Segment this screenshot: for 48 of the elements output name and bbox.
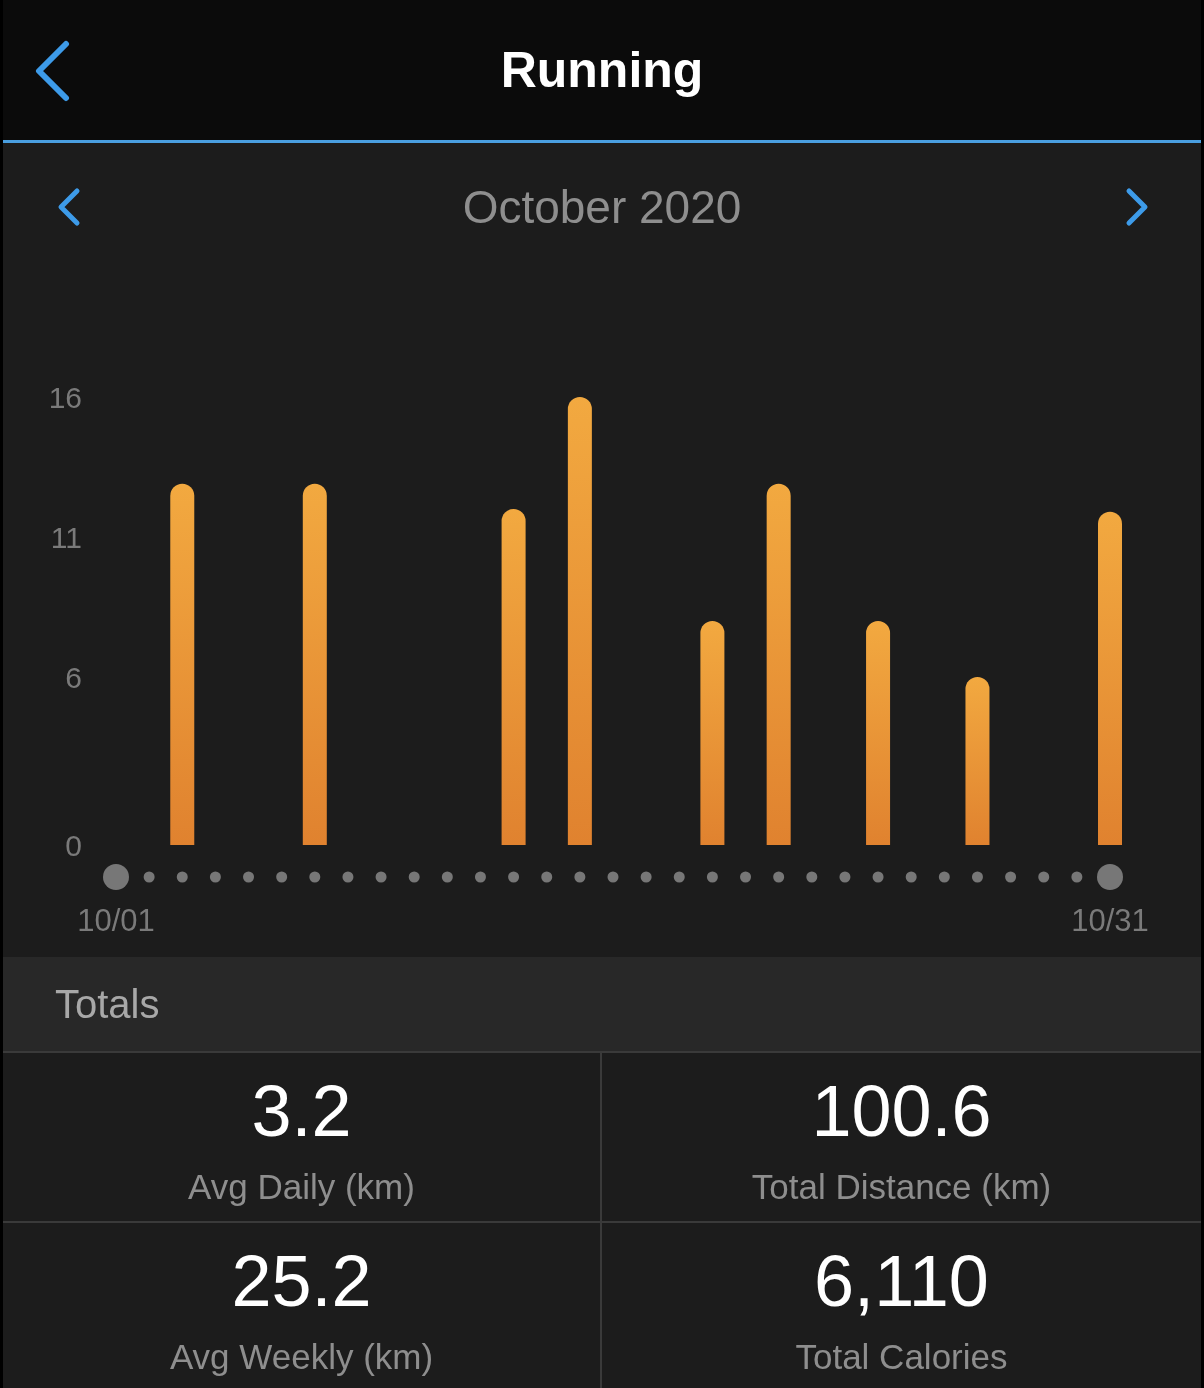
day-dot-icon <box>276 871 288 883</box>
day-dot-icon <box>441 871 453 883</box>
day-dot-icon <box>706 871 718 883</box>
month-label: October 2020 <box>462 184 742 230</box>
day-dot-icon <box>607 871 619 883</box>
screen-title: Running <box>500 45 704 95</box>
stat-label: Total Calories <box>795 1339 1008 1374</box>
day-dot-icon <box>342 871 354 883</box>
stat-value: 6,110 <box>814 1245 989 1317</box>
stat-value: 25.2 <box>231 1245 372 1317</box>
day-dot-icon <box>408 871 420 883</box>
day-dot-icon <box>938 871 950 883</box>
day-dot-icon <box>1097 864 1123 890</box>
day-dot-icon <box>243 871 255 883</box>
day-dot-icon <box>541 871 553 883</box>
day-dot-icon <box>740 871 752 883</box>
stat-label: Avg Daily (km) <box>188 1169 415 1204</box>
day-dot-icon <box>474 871 486 883</box>
day-dot-icon <box>971 871 983 883</box>
stat-value: 100.6 <box>811 1075 992 1147</box>
day-dot-icon <box>773 871 785 883</box>
day-dot-icon <box>508 871 520 883</box>
day-dot-icon <box>872 871 884 883</box>
y-tick-label: 11 <box>50 521 82 554</box>
day-dot-icon <box>375 871 387 883</box>
day-dot-icon <box>309 871 321 883</box>
x-tick-label: 10/31 <box>1071 903 1149 938</box>
stat-label: Avg Weekly (km) <box>169 1339 434 1374</box>
section-title: Totals <box>55 984 160 1024</box>
day-dot-icon <box>1005 871 1017 883</box>
day-dot-icon <box>673 871 685 883</box>
day-dot-icon <box>176 871 188 883</box>
day-dot-icon <box>103 864 129 890</box>
y-tick-label: 0 <box>65 829 82 862</box>
stat-label: Total Distance (km) <box>751 1169 1052 1204</box>
day-dot-icon <box>905 871 917 883</box>
day-dot-icon <box>209 871 221 883</box>
y-tick-label: 16 <box>48 381 82 414</box>
day-dot-icon <box>574 871 586 883</box>
day-dot-icon <box>143 871 155 883</box>
stat-value: 3.2 <box>251 1075 352 1147</box>
y-tick-label: 6 <box>65 661 82 694</box>
day-dot-icon <box>806 871 818 883</box>
day-dot-icon <box>1038 871 1050 883</box>
day-dot-icon <box>1071 871 1083 883</box>
day-dot-icon <box>640 871 652 883</box>
x-tick-label: 10/01 <box>77 903 155 938</box>
day-dot-icon <box>839 871 851 883</box>
